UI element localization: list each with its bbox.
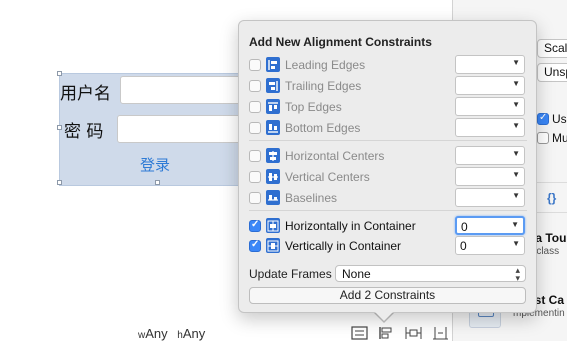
chevron-down-icon[interactable]: ▼ <box>512 239 520 248</box>
login-view[interactable]: 用户名 密 码 登录 <box>59 73 251 186</box>
pin-icon[interactable] <box>404 324 423 341</box>
constraint-constant-combo[interactable]: ▼ <box>455 97 525 116</box>
chevron-down-icon[interactable]: ▼ <box>512 170 520 179</box>
constraint-row: Vertically in Container0▼ <box>249 236 527 256</box>
chevron-down-icon[interactable]: ▼ <box>512 121 520 130</box>
popover-arrow <box>375 312 393 321</box>
username-text-field[interactable] <box>120 76 250 104</box>
chevron-down-icon[interactable]: ▼ <box>511 220 519 229</box>
constraint-row: Bottom Edges ▼ <box>249 118 527 138</box>
separator <box>249 210 527 211</box>
constraint-constant-combo[interactable]: ▼ <box>455 188 525 207</box>
constraint-checkbox[interactable] <box>249 122 261 134</box>
constraint-checkbox[interactable] <box>249 59 261 71</box>
vertically-in-container-icon <box>266 238 280 253</box>
constraint-constant-combo[interactable]: ▼ <box>455 118 525 137</box>
username-label: 用户名 <box>60 84 111 104</box>
selection-handle[interactable] <box>57 125 62 130</box>
constraint-constant-value[interactable]: 0 <box>460 239 467 253</box>
horizontally-in-container-icon <box>266 218 280 233</box>
constraint-constant-combo[interactable]: ▼ <box>455 167 525 186</box>
constraint-row: Horizontally in Container0▼ <box>249 216 527 236</box>
constraint-constant-combo[interactable]: ▼ <box>455 146 525 165</box>
constraint-label: Leading Edges <box>285 58 366 72</box>
selection-handle[interactable] <box>57 180 62 185</box>
size-class-indicator[interactable]: wAny hAny <box>138 326 205 341</box>
password-label: 密 码 <box>64 122 104 142</box>
constraint-row: Baselines ▼ <box>249 188 527 208</box>
update-frames-value: None <box>342 267 371 281</box>
constraint-row: Top Edges ▼ <box>249 97 527 117</box>
constraint-checkbox[interactable] <box>249 192 261 204</box>
constraint-checkbox[interactable] <box>249 80 261 92</box>
update-frames-popup[interactable]: None ▴ ▾ <box>335 265 526 283</box>
add-constraints-button[interactable]: Add 2 Constraints <box>249 287 526 304</box>
constraint-checkbox[interactable] <box>249 171 261 183</box>
constraint-label: Horizontally in Container <box>285 219 416 233</box>
separator <box>249 140 527 141</box>
autolayout-toolbar <box>350 324 450 341</box>
align-icon[interactable] <box>377 324 396 341</box>
baselines-icon <box>266 190 280 205</box>
chevron-down-icon[interactable]: ▼ <box>512 58 520 67</box>
semantic-popup[interactable]: Unsp <box>537 63 567 82</box>
constraint-constant-combo[interactable]: ▼ <box>455 76 525 95</box>
constraint-checkbox[interactable] <box>249 219 261 232</box>
constraint-constant-value[interactable]: 0 <box>461 220 468 234</box>
constraint-label: Vertical Centers <box>285 170 370 184</box>
chevron-down-icon[interactable]: ▼ <box>512 79 520 88</box>
constraint-label: Bottom Edges <box>285 121 361 135</box>
width-class-value: Any <box>145 326 168 341</box>
constraint-checkbox[interactable] <box>249 101 261 113</box>
constraint-label: Trailing Edges <box>285 79 362 93</box>
horizontal-centers-icon <box>266 148 280 163</box>
height-class-value: Any <box>182 326 206 341</box>
constraint-label: Horizontal Centers <box>285 149 385 163</box>
selection-handle[interactable] <box>57 71 62 76</box>
embed-in-stack-icon[interactable] <box>350 324 369 341</box>
multiple-touch-checkbox[interactable] <box>537 132 549 144</box>
constraint-row: Horizontal Centers ▼ <box>249 146 527 166</box>
constraint-checkbox[interactable] <box>249 239 261 252</box>
constraint-label: Baselines <box>285 191 338 205</box>
login-button[interactable]: 登录 <box>60 146 250 184</box>
constraint-row: Leading Edges ▼ <box>249 55 527 75</box>
updown-chevron-icon: ▴ ▾ <box>515 265 520 283</box>
selection-handle[interactable] <box>155 180 160 185</box>
chevron-down-icon[interactable]: ▼ <box>512 100 520 109</box>
constraint-constant-combo[interactable]: 0 ▼ <box>455 236 525 255</box>
constraint-label: Vertically in Container <box>285 239 402 253</box>
constraint-constant-combo[interactable]: ▼ <box>455 55 525 74</box>
vertical-centers-icon <box>266 169 280 184</box>
content-mode-popup[interactable]: Scale <box>537 39 567 58</box>
user-interaction-label: Use <box>552 112 567 126</box>
constraint-label: Top Edges <box>285 100 342 114</box>
constraint-row: Trailing Edges ▼ <box>249 76 527 96</box>
constraint-row: Vertical Centers ▼ <box>249 167 527 187</box>
password-text-field[interactable] <box>117 115 250 143</box>
popover-title: Add New Alignment Constraints <box>249 35 432 49</box>
top-edges-icon <box>266 99 280 114</box>
resolve-issues-icon[interactable] <box>431 324 450 341</box>
leading-edges-icon <box>266 57 280 72</box>
chevron-down-icon[interactable]: ▼ <box>512 191 520 200</box>
bottom-edges-icon <box>266 120 280 135</box>
add-alignment-constraints-popover: Add New Alignment Constraints Leading Ed… <box>238 20 537 313</box>
constraint-constant-combo[interactable]: 0 ▼ <box>455 216 525 235</box>
trailing-edges-icon <box>266 78 280 93</box>
user-interaction-checkbox[interactable] <box>537 112 549 125</box>
code-snippet-tab-icon[interactable]: {} <box>547 191 556 205</box>
constraint-checkbox[interactable] <box>249 150 261 162</box>
update-frames-label: Update Frames <box>249 267 332 281</box>
chevron-down-icon[interactable]: ▼ <box>512 149 520 158</box>
multiple-touch-label: Mu <box>552 131 567 145</box>
